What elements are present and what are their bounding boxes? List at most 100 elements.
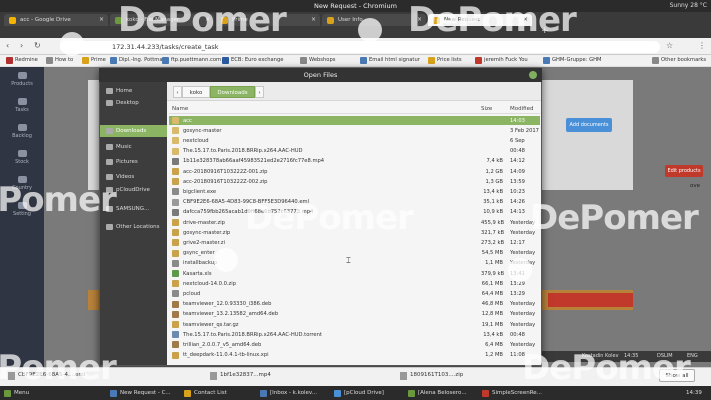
file-size: 54,5 MB [481, 250, 503, 257]
file-name: 1b11e328378ab66aaf45983521ed2e2716fc77e8… [183, 158, 325, 165]
file-size: 13,4 kB [483, 188, 503, 195]
file-row[interactable]: tt_deepdark-11.0.4.1-tb-linux.xpi 1,2 MB 1… [169, 351, 540, 360]
bookmark-item[interactable]: Prime [82, 57, 106, 64]
path-back-icon[interactable]: ‹ [173, 86, 182, 98]
tab-close-icon[interactable]: × [99, 16, 104, 23]
taskbar-item[interactable]: Contact List [182, 388, 254, 399]
file-size: 12,8 MB [481, 311, 503, 318]
bookmark-item[interactable]: Webshops [300, 57, 335, 64]
download-label: 1809161T103....zip [410, 372, 464, 378]
place-downloads[interactable]: Downloads [100, 125, 167, 137]
file-row[interactable]: acc-20180916T103222Z-001.zip 1,2 GB 14:09 [169, 167, 540, 176]
edit-products-button[interactable]: Edit products [665, 165, 703, 177]
bookmark-item[interactable]: ECB: Euro exchange [222, 57, 283, 64]
bookmark-item[interactable]: Other bookmarks [652, 57, 706, 64]
place-pictures[interactable]: Pictures [100, 156, 167, 168]
file-size: 46,8 MB [481, 301, 503, 308]
close-icon[interactable] [529, 71, 537, 79]
bookmark-item[interactable]: Email html signatur [360, 57, 420, 64]
place-desktop[interactable]: Desktop [100, 97, 167, 109]
file-row[interactable]: acc 14:03 [169, 116, 540, 125]
file-row[interactable]: 1b11e328378ab66aaf45983521ed2e2716fc77e8… [169, 157, 540, 166]
nav-item-backlog[interactable]: Backlog [0, 124, 44, 139]
file-row[interactable]: The.15.17.to.Paris.2018.BRRip.x264.AAC-H… [169, 147, 540, 156]
menu-icon[interactable]: ⋮ [698, 41, 706, 50]
file-row[interactable]: nextcloud 6 Sep [169, 136, 540, 145]
taskbar-label: Menu [14, 390, 30, 396]
download-item[interactable]: 1bf1e32837...mp4 [210, 372, 271, 380]
file-name: The.15.17.to.Paris.2018.BRRip.x264.AAC-H… [183, 331, 322, 338]
file-row[interactable]: The.15.17.to.Paris.2018.BRRip.x264.AAC-H… [169, 330, 540, 339]
nav-label: Products [11, 81, 33, 87]
taskbar-label: New Request - C... [120, 390, 171, 396]
file-modified: Yesterday [510, 341, 536, 348]
bookmark-item[interactable]: jeremih Fuck You [475, 57, 528, 64]
file-row[interactable]: teamviewer_12.0.93330_i386.deb 46,8 MB Yes… [169, 300, 540, 309]
file-row[interactable]: acc-20180916T103222Z-002.zip 1,3 GB 13:59 [169, 177, 540, 186]
download-item[interactable]: 1809161T103....zip [400, 372, 464, 380]
path-forward-icon[interactable]: › [255, 86, 264, 98]
file-row[interactable]: grive2-master.zi 273,2 kB 12:17 [169, 238, 540, 247]
nav-item-tasks[interactable]: Tasks [0, 98, 44, 113]
back-icon[interactable]: ‹ [6, 41, 9, 50]
taskbar-item[interactable]: [pCloud Drive] [332, 388, 404, 399]
add-documents-button[interactable]: Add documents [566, 118, 612, 132]
column-modified[interactable]: Modified [510, 106, 533, 112]
column-size[interactable]: Size [481, 106, 492, 112]
weather-indicator[interactable]: Sunny 28 °C [670, 2, 707, 9]
column-name[interactable]: Name [172, 106, 188, 112]
file-modified: 14:09 [510, 168, 525, 175]
taskbar-item[interactable]: Menu [2, 388, 42, 399]
path-crumb-home[interactable]: koko [182, 86, 210, 98]
tab-1[interactable]: acc - Google Drive × [4, 14, 108, 26]
file-row[interactable]: pcloud 64,4 MB 13:29 [169, 289, 540, 298]
address-input[interactable]: 172.31.44.233/tasks/create_task [60, 41, 660, 53]
bookmark-item[interactable]: GHM-Gruppe: GHM [543, 57, 601, 64]
archive-file-icon [172, 351, 179, 359]
watermark-logo [60, 32, 84, 56]
archive-file-icon [172, 280, 179, 288]
file-size: 35,1 kB [483, 199, 503, 206]
watermark-text: DePomer [0, 348, 117, 388]
archive-file-icon [172, 239, 179, 247]
bookmark-item[interactable]: ftp.puettmann.com [162, 57, 221, 64]
bookmark-star-icon[interactable]: ☆ [666, 41, 673, 50]
place-otherlocations[interactable]: Other Locations [100, 221, 167, 233]
taskbar-item[interactable]: SimpleScreenRe... [480, 388, 552, 399]
file-row[interactable]: bigclient.exe 13,4 kB 10:23 [169, 187, 540, 196]
forward-icon[interactable]: › [20, 41, 23, 50]
path-crumb-downloads[interactable]: Downloads [210, 86, 255, 98]
file-row[interactable]: trillian_2.0.0.7_v5_amd64.deb 6,4 MB Yeste… [169, 340, 540, 349]
bookmark-item[interactable]: Dipl.-Ing. Pottmann [110, 57, 169, 64]
tab-close-icon[interactable]: × [311, 16, 316, 23]
bookmark-label: How to [55, 57, 74, 63]
folder-icon [172, 137, 179, 145]
place-music[interactable]: Music [100, 141, 167, 153]
taskbar-item[interactable]: [Inbox - k.kolev... [258, 388, 330, 399]
taskbar-item[interactable]: New Request - C... [108, 388, 180, 399]
bookmark-item[interactable]: Price lists [428, 57, 462, 64]
taskbar-item[interactable]: [Alena Beloserо... [406, 388, 478, 399]
file-row[interactable]: gosync-master 3 Feb 2017 [169, 126, 540, 135]
place-icon [106, 100, 113, 106]
file-size: 1,2 GB [485, 168, 503, 175]
nav-item-products[interactable]: Products [0, 72, 44, 87]
file-modified: Yesterday [510, 311, 536, 318]
taskbar-clock: 14:39 [686, 390, 702, 396]
reload-icon[interactable]: ↻ [34, 41, 41, 50]
bookmark-item[interactable]: Redmine [6, 57, 38, 64]
archive-file-icon [172, 178, 179, 186]
file-size: 455,9 kB [481, 219, 505, 226]
nav-item-stock[interactable]: Stock [0, 150, 44, 165]
file-row[interactable]: teamviewer_qs.tar.gz 19,1 MB Yesterday [169, 320, 540, 329]
watermark-text: DePomer [408, 0, 577, 40]
file-name: acc-20180916T103222Z-002.zip [183, 178, 268, 185]
file-size: 10,9 kB [483, 209, 503, 216]
file-size: 1,3 GB [485, 178, 503, 185]
submit-button[interactable] [548, 293, 633, 307]
bookmark-item[interactable]: How to [46, 57, 74, 64]
file-row[interactable]: teamviewer_13.2.13582_amd64.deb 12,8 MB Ye… [169, 310, 540, 319]
place-home[interactable]: Home [100, 85, 167, 97]
file-row[interactable]: nextcloud-14.0.0.zip 66,1 MB 13:29 [169, 279, 540, 288]
app-icon [184, 390, 191, 397]
